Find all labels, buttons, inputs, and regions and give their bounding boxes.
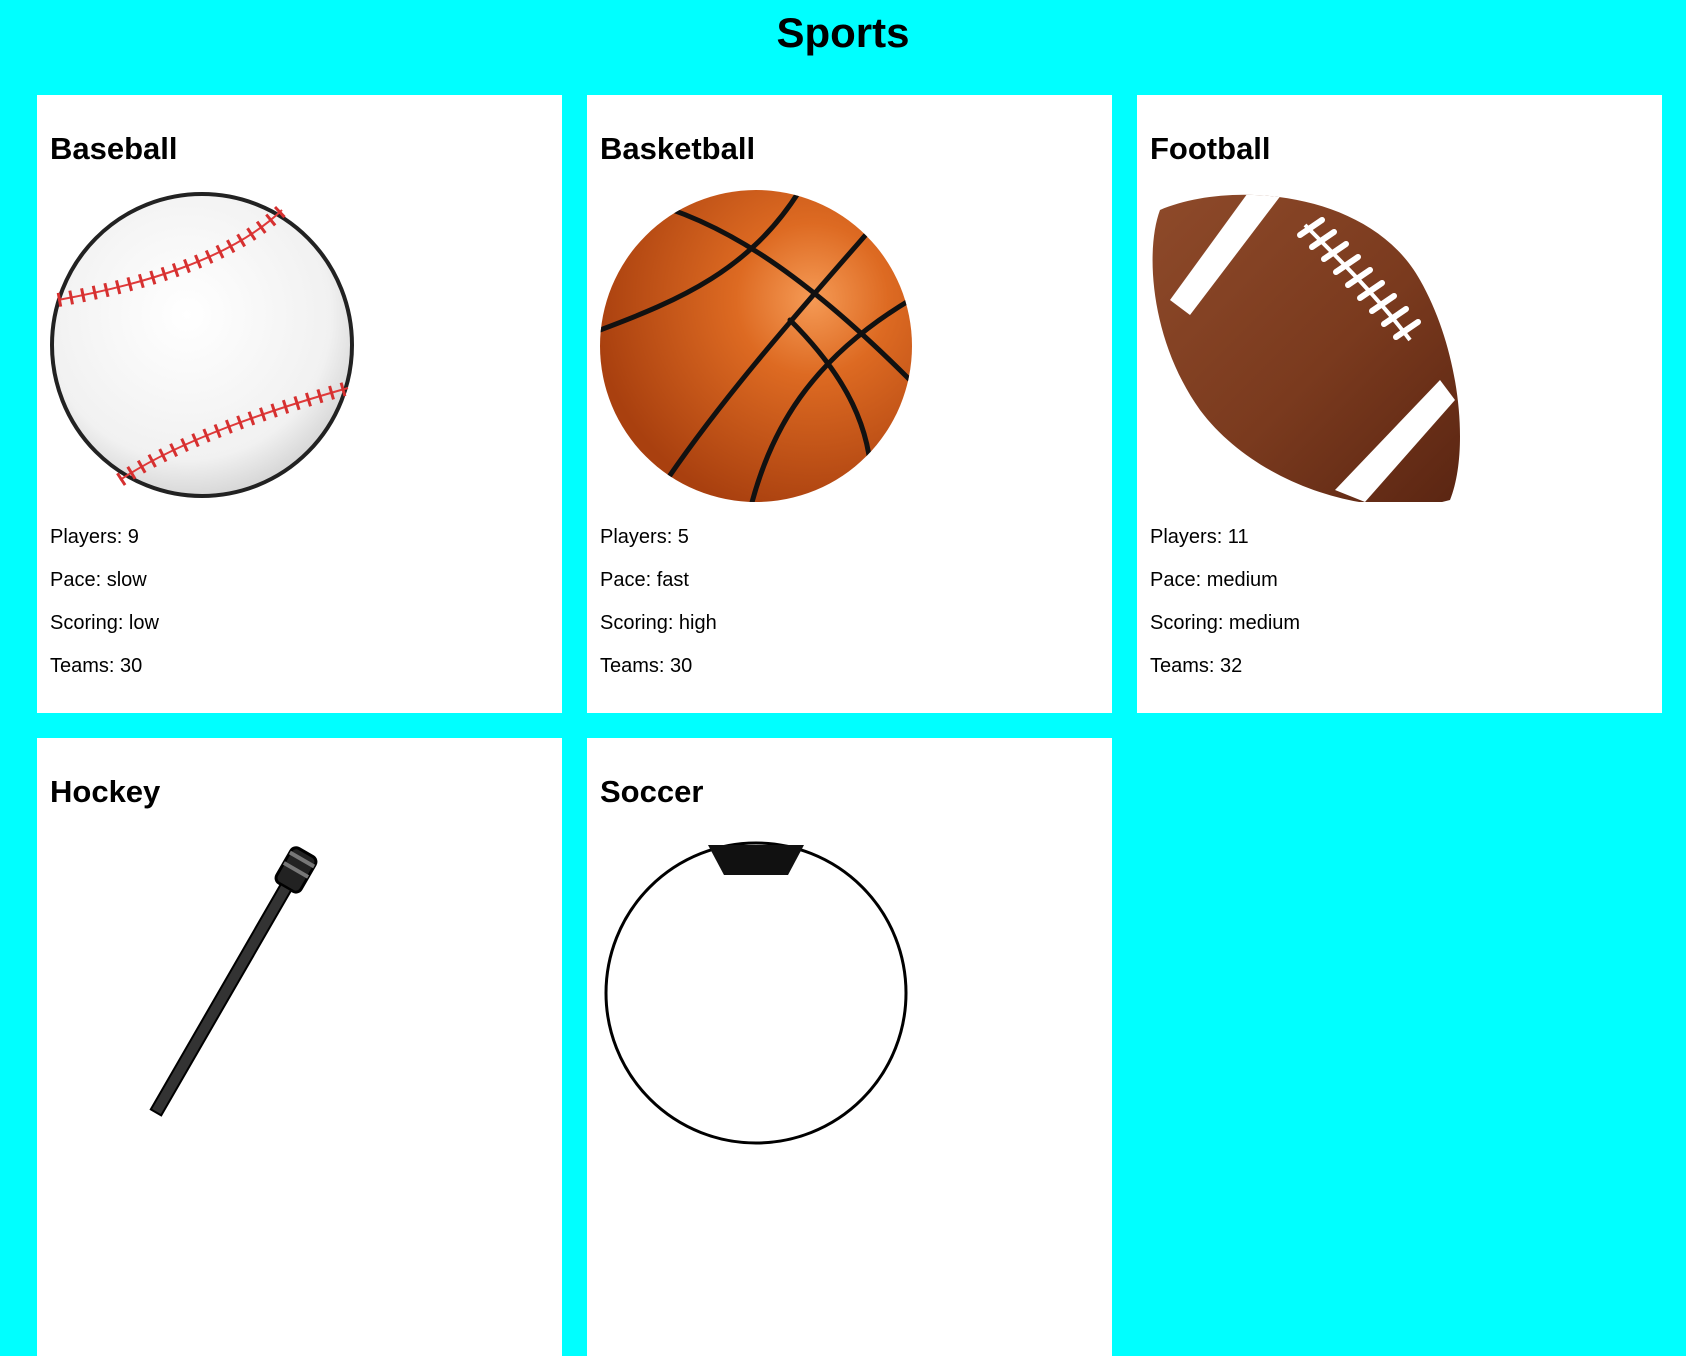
sport-card-baseball: Baseball Players: 9 Pace: slow Scoring: …: [37, 95, 562, 713]
sport-card-football: Football Players: 11 Pace: medium Scorin…: [1137, 95, 1662, 713]
card-title: Baseball: [50, 131, 178, 166]
baseball-icon: [50, 192, 354, 498]
card-title: Soccer: [600, 774, 704, 809]
stat-scoring: Scoring: high: [600, 612, 717, 634]
stat-pace: Pace: fast: [600, 569, 689, 591]
stat-pace: Pace: slow: [50, 569, 147, 591]
soccer-ball-icon: [604, 841, 908, 1145]
sport-card-hockey: Hockey: [37, 738, 562, 1356]
card-title: Basketball: [600, 131, 756, 166]
stat-players: Players: 11: [1150, 526, 1249, 548]
stat-players: Players: 5: [600, 526, 689, 548]
basketball-icon: [600, 190, 912, 502]
stat-teams: Teams: 30: [600, 655, 693, 677]
football-icon: [1152, 194, 1460, 502]
stat-pace: Pace: medium: [1150, 569, 1278, 591]
card-title: Hockey: [50, 774, 161, 809]
sport-card-basketball: Basketball Players: 5 Pace: fast Scoring…: [587, 95, 1112, 713]
stat-scoring: Scoring: medium: [1150, 612, 1301, 634]
page-title: Sports: [776, 9, 910, 56]
sport-card-soccer: Soccer: [587, 738, 1112, 1356]
stat-teams: Teams: 30: [50, 655, 143, 677]
stat-scoring: Scoring: low: [50, 612, 159, 634]
card-title: Football: [1150, 131, 1271, 166]
hockey-stick-icon: [149, 846, 318, 1117]
stat-teams: Teams: 32: [1150, 655, 1243, 677]
stat-players: Players: 9: [50, 526, 139, 548]
sports-card-grid: Baseball Players: 9 Pace: slow Scoring: …: [37, 95, 1662, 1356]
